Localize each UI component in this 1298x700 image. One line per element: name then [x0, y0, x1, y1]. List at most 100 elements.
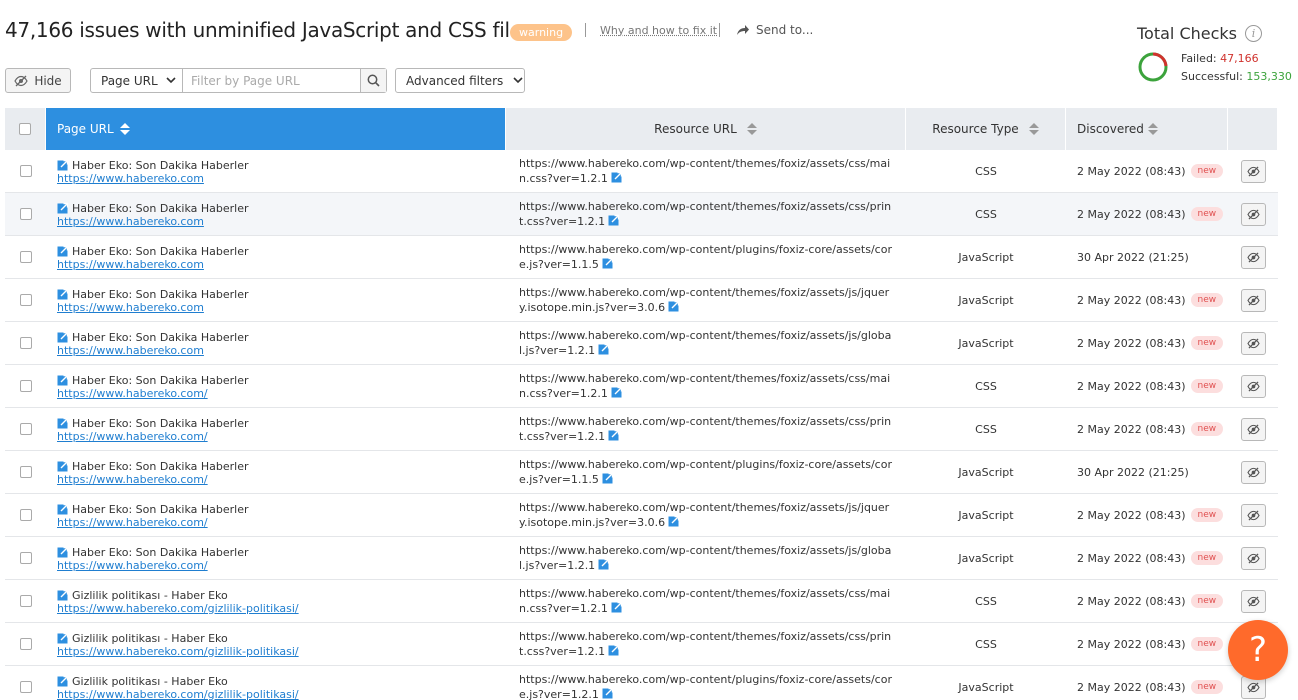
external-link-icon[interactable] — [57, 675, 69, 687]
column-resource-type[interactable]: Resource Type — [906, 108, 1066, 150]
hide-row-button[interactable] — [1240, 202, 1266, 226]
external-link-icon[interactable] — [611, 171, 623, 183]
filter-field-select[interactable]: Page URL — [91, 69, 183, 92]
row-select-cell — [5, 494, 46, 536]
external-link-icon[interactable] — [57, 202, 69, 214]
page-url-link[interactable]: https://www.habereko.com — [57, 172, 204, 185]
page-url-link[interactable]: https://www.habereko.com — [57, 215, 204, 228]
page-url-link[interactable]: https://www.habereko.com — [57, 301, 204, 314]
resource-type: CSS — [975, 422, 997, 436]
hide-row-button[interactable] — [1240, 374, 1266, 398]
new-badge: new — [1190, 164, 1224, 178]
external-link-icon[interactable] — [57, 546, 69, 558]
hide-row-button[interactable] — [1240, 460, 1266, 484]
row-checkbox[interactable] — [19, 638, 32, 650]
resource-url-text: https://www.habereko.com/wp-content/them… — [519, 285, 890, 314]
external-link-icon[interactable] — [668, 515, 680, 527]
sort-icon — [1028, 123, 1039, 135]
external-link-icon[interactable] — [57, 331, 69, 343]
page-url-link[interactable]: https://www.habereko.com/ — [57, 430, 208, 443]
page-url-link[interactable]: https://www.habereko.com/ — [57, 473, 208, 486]
row-checkbox[interactable] — [19, 294, 32, 306]
resource-url-text: https://www.habereko.com/wp-content/them… — [519, 328, 892, 357]
row-checkbox[interactable] — [19, 509, 32, 521]
external-link-icon[interactable] — [598, 558, 610, 570]
row-checkbox[interactable] — [19, 337, 32, 349]
column-page-url[interactable]: Page URL — [46, 108, 506, 150]
page-url-link[interactable]: https://www.habereko.com/gizlilik-politi… — [57, 645, 299, 658]
page-title-text: Haber Eko: Son Dakika Haberler — [72, 416, 249, 430]
page-cell: Haber Eko: Son Dakika Haberler https://w… — [46, 451, 506, 493]
discovered-date: 2 May 2022 (08:43) — [1077, 594, 1186, 608]
external-link-icon[interactable] — [57, 460, 69, 472]
page-cell: Haber Eko: Son Dakika Haberler https://w… — [46, 193, 506, 235]
external-link-icon[interactable] — [57, 374, 69, 386]
external-link-icon[interactable] — [608, 214, 620, 226]
filter-input[interactable] — [183, 69, 360, 92]
external-link-icon[interactable] — [611, 386, 623, 398]
help-button[interactable]: ? — [1228, 620, 1288, 680]
external-link-icon[interactable] — [57, 503, 69, 515]
advanced-filters-button[interactable]: Advanced filters — [395, 68, 525, 93]
row-checkbox[interactable] — [19, 251, 32, 263]
row-checkbox[interactable] — [19, 466, 32, 478]
external-link-icon[interactable] — [598, 343, 610, 355]
row-checkbox[interactable] — [19, 165, 32, 177]
hide-button[interactable]: Hide — [5, 68, 71, 93]
search-button[interactable] — [360, 69, 386, 92]
row-checkbox[interactable] — [19, 595, 32, 607]
row-checkbox[interactable] — [19, 423, 32, 435]
page-url-link[interactable]: https://www.habereko.com/ — [57, 559, 208, 572]
external-link-icon[interactable] — [668, 300, 680, 312]
column-discovered[interactable]: Discovered — [1066, 108, 1228, 150]
page-url-link[interactable]: https://www.habereko.com — [57, 258, 204, 271]
external-link-icon[interactable] — [611, 601, 623, 613]
hide-row-button[interactable] — [1240, 546, 1266, 570]
hide-row-button[interactable] — [1240, 589, 1266, 613]
page-url-link[interactable]: https://www.habereko.com — [57, 344, 204, 357]
page-title-text: Haber Eko: Son Dakika Haberler — [72, 330, 249, 344]
page-url-link[interactable]: https://www.habereko.com/gizlilik-politi… — [57, 602, 299, 615]
row-checkbox[interactable] — [19, 681, 32, 693]
action-cell — [1228, 494, 1278, 536]
why-and-how-link[interactable]: Why and how to fix it — [600, 24, 717, 37]
discovered-date: 30 Apr 2022 (21:25) — [1077, 465, 1189, 479]
page-url-link[interactable]: https://www.habereko.com/ — [57, 516, 208, 529]
column-resource-url[interactable]: Resource URL — [506, 108, 906, 150]
row-checkbox[interactable] — [19, 208, 32, 220]
hide-row-button[interactable] — [1240, 159, 1266, 183]
external-link-icon[interactable] — [57, 245, 69, 257]
table-row: Gizlilik politikası - Haber Eko https://… — [5, 580, 1278, 623]
action-cell — [1228, 537, 1278, 579]
page-title-line: Haber Eko: Son Dakika Haberler — [57, 503, 249, 516]
hide-row-button[interactable] — [1240, 331, 1266, 355]
sort-icon — [119, 123, 130, 135]
hide-row-button[interactable] — [1240, 245, 1266, 269]
page-url-link[interactable]: https://www.habereko.com/ — [57, 387, 208, 400]
external-link-icon[interactable] — [602, 257, 614, 269]
external-link-icon[interactable] — [57, 288, 69, 300]
resource-url-text: https://www.habereko.com/wp-content/them… — [519, 586, 891, 615]
hide-row-button[interactable] — [1240, 503, 1266, 527]
row-checkbox[interactable] — [19, 380, 32, 392]
discovered-cell: 2 May 2022 (08:43) new — [1066, 666, 1228, 700]
table-row: Haber Eko: Son Dakika Haberler https://w… — [5, 365, 1278, 408]
info-icon[interactable]: i — [1245, 25, 1262, 42]
external-link-icon[interactable] — [57, 159, 69, 171]
external-link-icon[interactable] — [57, 417, 69, 429]
select-all-checkbox[interactable] — [19, 123, 31, 135]
external-link-icon[interactable] — [602, 472, 614, 484]
page-title-line: Haber Eko: Son Dakika Haberler — [57, 546, 249, 559]
row-checkbox[interactable] — [19, 552, 32, 564]
page-url-link[interactable]: https://www.habereko.com/gizlilik-politi… — [57, 688, 299, 700]
new-badge: new — [1190, 207, 1224, 221]
external-link-icon[interactable] — [57, 632, 69, 644]
external-link-icon[interactable] — [57, 589, 69, 601]
hide-row-button[interactable] — [1240, 417, 1266, 441]
hide-row-button[interactable] — [1240, 288, 1266, 312]
external-link-icon[interactable] — [608, 644, 620, 656]
resource-cell: https://www.habereko.com/wp-content/them… — [506, 150, 906, 192]
send-to-button[interactable]: Send to... — [736, 23, 813, 37]
external-link-icon[interactable] — [602, 687, 614, 699]
external-link-icon[interactable] — [608, 429, 620, 441]
